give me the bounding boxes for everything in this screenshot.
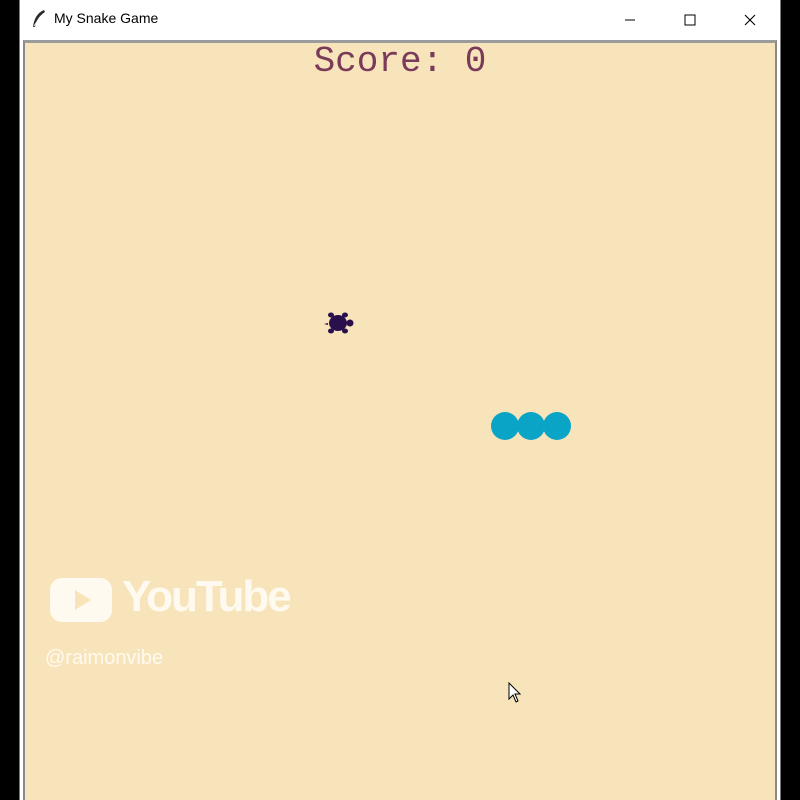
feather-icon bbox=[33, 10, 45, 27]
app-window: My Snake Game Score: 0 YouTube @raimonvi… bbox=[19, 0, 781, 800]
window-title: My Snake Game bbox=[54, 10, 159, 26]
mouse-cursor-icon bbox=[508, 682, 522, 703]
close-icon bbox=[744, 14, 756, 25]
youtube-wordmark: YouTube bbox=[122, 572, 292, 621]
game-canvas[interactable]: Score: 0 YouTube @raimonvibe bbox=[23, 40, 777, 800]
snake-body-segment bbox=[517, 412, 545, 440]
channel-handle: @raimonvibe bbox=[45, 647, 164, 669]
minimize-button[interactable] bbox=[600, 0, 660, 39]
score-label: Score: 0 bbox=[313, 41, 487, 82]
title-bar[interactable]: My Snake Game bbox=[20, 0, 780, 39]
youtube-play-icon bbox=[50, 578, 112, 622]
turtle-icon bbox=[324, 312, 354, 334]
snake-body-segment bbox=[491, 412, 519, 440]
minimize-icon bbox=[625, 19, 635, 20]
close-button[interactable] bbox=[720, 0, 780, 39]
maximize-button[interactable] bbox=[660, 0, 720, 39]
maximize-icon bbox=[684, 14, 696, 25]
snake-head bbox=[543, 412, 571, 440]
